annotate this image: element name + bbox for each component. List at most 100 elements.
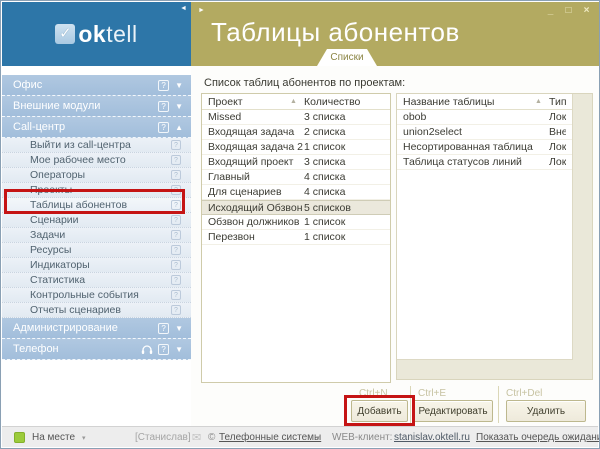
help-icon[interactable]: ? [171,290,181,300]
sidebar-item-indicators[interactable]: Индикаторы ? [2,258,191,273]
sidebar-item-scenarios[interactable]: Сценарии ? [2,213,191,228]
help-icon[interactable]: ? [158,122,169,133]
sidebar-item-tasks[interactable]: Задачи ? [2,228,191,243]
collapse-left-icon[interactable]: ◄ [180,5,187,12]
presence-status-label[interactable]: На месте [32,432,75,443]
project-name: Главный [208,171,304,183]
sidebar-item-label: Статистика [30,274,171,286]
collapse-right-icon[interactable]: ► [198,7,205,14]
project-count: 4 списка [304,186,384,198]
table-row[interactable]: Перезвон 1 список [202,230,390,245]
chevron-down-icon[interactable]: ▼ [175,324,183,333]
help-icon[interactable]: ? [171,215,181,225]
help-icon[interactable]: ? [158,101,169,112]
sidebar-item-label: Сценарии [30,214,171,226]
caret-down-icon[interactable]: ▾ [316,434,320,442]
close-button[interactable]: × [580,5,593,18]
sort-asc-icon[interactable]: ▲ [290,98,304,105]
company-link[interactable]: Телефонные системы [219,432,321,443]
column-header-type[interactable]: Тип [549,96,566,108]
table-row[interactable]: Входящая задача 2 списка [202,125,390,140]
help-icon[interactable]: ? [171,155,181,165]
maximize-button[interactable]: □ [562,5,575,18]
sidebar-item-label: Ресурсы [30,244,171,256]
help-icon[interactable]: ? [171,245,181,255]
project-count: 1 список [304,216,384,228]
project-name: Входящий проект [208,156,304,168]
help-icon[interactable]: ? [171,170,181,180]
tables-list-header: Название таблицы ▲ Тип [397,94,572,110]
shortcut-label-edit: Ctrl+E [418,388,446,399]
sidebar-section-office[interactable]: Офис ? ▼ [2,75,191,96]
help-icon[interactable]: ? [158,323,169,334]
sidebar-section-phone[interactable]: Телефон ? ▼ [2,339,191,360]
sidebar-item-my-workplace[interactable]: Мое рабочее место ? [2,153,191,168]
table-type: Лока... [549,141,566,153]
help-icon[interactable]: ? [171,230,181,240]
sidebar-section-administration[interactable]: Администрирование ? ▼ [2,318,191,339]
web-client-link[interactable]: stanislav.oktell.ru [394,432,470,443]
table-row[interactable]: Обзвон должников 1 список [202,215,390,230]
annotation-highlight-add-button [344,395,415,426]
envelope-icon[interactable]: ✉ [192,431,201,444]
project-count: 1 список [304,141,384,153]
caret-down-icon[interactable]: ▾ [82,434,86,442]
table-type: Лока... [549,111,566,123]
show-queue-link[interactable]: Показать очередь ожидания [476,432,600,443]
sidebar-section-external-modules[interactable]: Внешние модули ? ▼ [2,96,191,117]
annotation-highlight-sidebar-item [4,189,185,214]
edit-button[interactable]: Редактировать [413,400,493,422]
web-client-label: WEB-клиент: [332,432,392,443]
table-row-selected[interactable]: Исходящий Обзвон о... 5 списков [202,200,390,215]
help-icon[interactable]: ? [171,260,181,270]
table-row[interactable]: Таблица статусов линий Лока... [397,155,572,170]
sidebar-item-label: Отчеты сценариев [30,304,171,316]
column-header-count[interactable]: Количество [304,96,384,108]
section-label: Телефон [13,343,136,355]
tables-panel: Название таблицы ▲ Тип obob Лока... unio… [396,93,593,380]
help-icon[interactable]: ? [171,140,181,150]
table-row[interactable]: Missed 3 списка [202,110,390,125]
chevron-down-icon[interactable]: ▼ [175,102,183,111]
sidebar-item-statistics[interactable]: Статистика ? [2,273,191,288]
chevron-down-icon[interactable]: ▼ [175,345,183,354]
table-type: Внеш... [549,126,566,138]
logo-text-bold: ok [78,21,106,47]
presence-status-icon[interactable] [14,432,25,443]
sidebar-item-scenario-reports[interactable]: Отчеты сценариев ? [2,303,191,318]
help-icon[interactable]: ? [158,344,169,355]
sidebar-section-callcenter[interactable]: Call-центр ? ▲ [2,117,191,138]
table-row[interactable]: union2select Внеш... [397,125,572,140]
sidebar-item-label: Операторы [30,169,171,181]
sidebar-item-exit-callcenter[interactable]: Выйти из call-центра ? [2,138,191,153]
current-user-label: [Станислав] [135,432,191,443]
table-row[interactable]: Для сценариев 4 списка [202,185,390,200]
column-header-project[interactable]: Проект [208,96,290,108]
help-icon[interactable]: ? [171,275,181,285]
sidebar-item-label: Выйти из call-центра [30,139,171,151]
project-name: Для сценариев [208,186,304,198]
minimize-button[interactable]: _ [544,5,557,18]
delete-button[interactable]: Удалить [506,400,586,422]
status-bar: На месте ▾ [Станислав] ✉ © Телефонные си… [2,426,598,447]
table-row[interactable]: obob Лока... [397,110,572,125]
sidebar-item-resources[interactable]: Ресурсы ? [2,243,191,258]
tab-lists[interactable]: Списки [317,49,377,66]
main-content: Список таблиц абонентов по проектам: Про… [191,66,600,428]
help-icon[interactable]: ? [171,305,181,315]
help-icon[interactable]: ? [158,80,169,91]
chevron-up-icon[interactable]: ▲ [175,123,183,132]
sidebar-item-control-events[interactable]: Контрольные события ? [2,288,191,303]
sort-asc-icon[interactable]: ▲ [535,98,549,105]
sidebar-item-operators[interactable]: Операторы ? [2,168,191,183]
table-row[interactable]: Несортированная таблица Лока... [397,140,572,155]
oktell-logo: ✓ oktell [55,21,137,48]
table-row[interactable]: Входящий проект 3 списка [202,155,390,170]
app-window: ✓ oktell ◄ ► Таблицы абонентов _ □ × Спи… [0,0,600,449]
table-row[interactable]: Входящая задача 2 1 список [202,140,390,155]
column-header-table-name[interactable]: Название таблицы [403,96,535,108]
table-row[interactable]: Главный 4 списка [202,170,390,185]
title-panel: Таблицы абонентов _ □ × [191,2,600,66]
sidebar-item-label: Задачи [30,229,171,241]
chevron-down-icon[interactable]: ▼ [175,81,183,90]
